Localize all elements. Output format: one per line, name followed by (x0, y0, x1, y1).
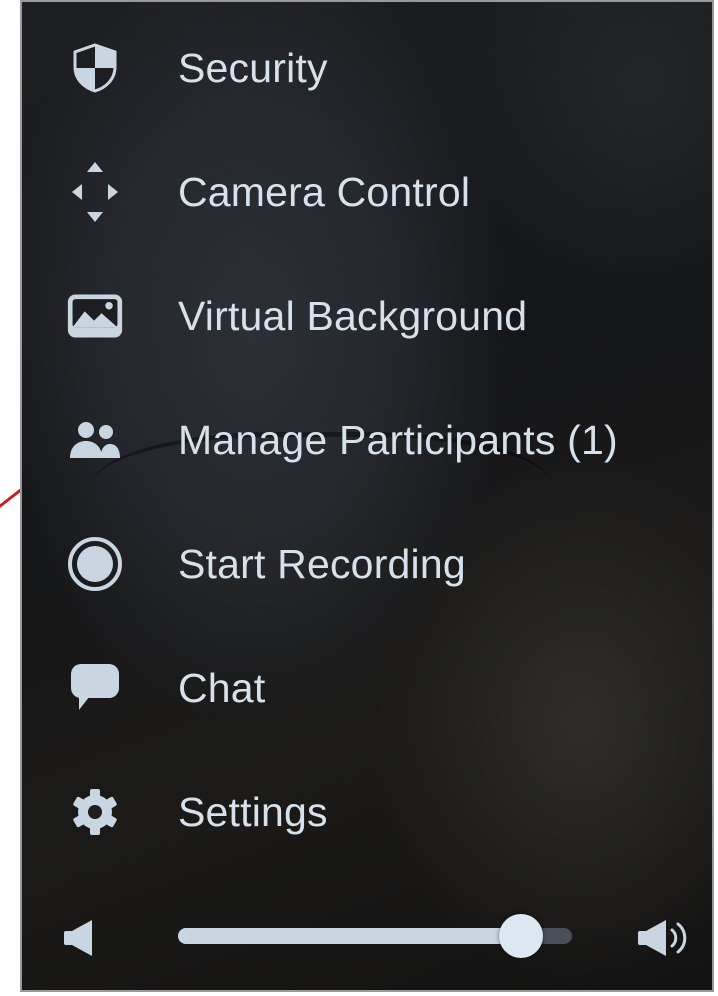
menu-item-security[interactable]: Security (22, 28, 712, 108)
menu-item-settings[interactable]: Settings (22, 772, 712, 852)
volume-slider[interactable] (178, 914, 572, 958)
chat-bubble-icon (66, 659, 124, 717)
shield-icon (66, 39, 124, 97)
volume-slider-thumb[interactable] (498, 914, 543, 958)
menu-item-label: Virtual Background (178, 293, 528, 339)
menu-item-label: Manage Participants (1) (178, 417, 618, 463)
volume-slider-fill (178, 928, 521, 944)
volume-low-icon (62, 918, 96, 963)
menu-item-label: Security (178, 45, 328, 91)
image-icon (66, 287, 124, 345)
volume-high-icon (636, 918, 696, 963)
annotation-pointer-line (0, 480, 20, 510)
menu-item-camera-control[interactable]: Camera Control (22, 152, 712, 232)
volume-control (22, 902, 712, 972)
menu-item-label: Settings (178, 789, 328, 835)
menu-item-label: Start Recording (178, 541, 466, 587)
move-arrows-icon (66, 162, 124, 222)
meeting-more-menu-panel: Security Camera Control Virtual Backgrou… (20, 0, 714, 992)
gear-icon (66, 783, 124, 841)
participants-icon (66, 411, 124, 469)
menu-item-virtual-background[interactable]: Virtual Background (22, 276, 712, 356)
menu-item-start-recording[interactable]: Start Recording (22, 524, 712, 604)
menu-item-manage-participants[interactable]: Manage Participants (1) (22, 400, 712, 480)
menu-item-chat[interactable]: Chat (22, 648, 712, 728)
record-icon (66, 535, 124, 593)
menu-item-label: Camera Control (178, 169, 471, 215)
menu-item-label: Chat (178, 665, 266, 711)
